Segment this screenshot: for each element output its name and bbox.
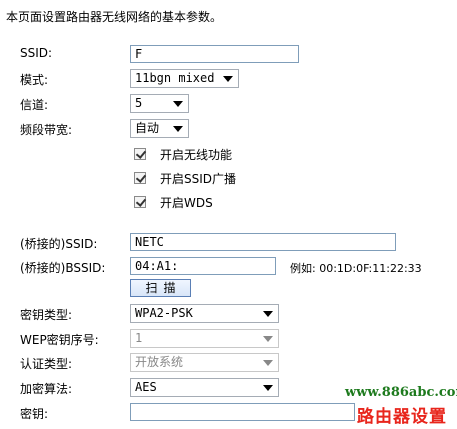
mode-select-value: 11bgn mixed	[135, 71, 215, 85]
chevron-down-icon	[263, 360, 273, 366]
mode-select[interactable]: 11bgn mixed	[130, 69, 239, 88]
wireless-enable-label: 开启无线功能	[160, 148, 233, 162]
key-type-select-value: WPA2-PSK	[135, 306, 193, 320]
ssid-broadcast-label: 开启SSID广播	[160, 172, 237, 186]
key-input[interactable]	[130, 403, 355, 421]
chevron-down-icon	[173, 126, 183, 132]
encryption-select[interactable]: AES	[130, 378, 279, 397]
watermark-url: www.886abc.com	[345, 385, 457, 400]
bridged-bssid-input[interactable]: 04:A1:	[130, 257, 276, 275]
bandwidth-select-value: 自动	[135, 121, 160, 135]
key-type-select[interactable]: WPA2-PSK	[130, 304, 279, 323]
wireless-enable-checkbox[interactable]	[134, 148, 147, 160]
channel-select[interactable]: 5	[130, 94, 189, 113]
wep-index-select[interactable]: 1	[130, 329, 279, 348]
chevron-down-icon	[263, 311, 273, 317]
auth-type-label: 认证类型:	[20, 357, 73, 371]
check-icon	[135, 148, 147, 159]
channel-select-value: 5	[135, 96, 143, 110]
bridged-ssid-input[interactable]: NETC	[130, 233, 396, 251]
ssid-broadcast-checkbox[interactable]	[134, 172, 147, 184]
wds-enable-label: 开启WDS	[160, 196, 213, 210]
check-icon	[135, 172, 147, 183]
encryption-label: 加密算法:	[20, 382, 73, 396]
check-icon	[135, 196, 147, 207]
ssid-input[interactable]: F	[130, 45, 299, 63]
bridged-ssid-label: (桥接的)SSID:	[20, 237, 98, 251]
bandwidth-label: 频段带宽:	[20, 123, 73, 137]
chevron-down-icon	[173, 101, 183, 107]
chevron-down-icon	[263, 385, 273, 391]
key-type-label: 密钥类型:	[20, 308, 73, 322]
chevron-down-icon	[263, 336, 273, 342]
auth-type-select-value: 开放系统	[135, 355, 184, 369]
wep-index-select-value: 1	[135, 331, 143, 345]
bssid-example-text: 例如: 00:1D:0F:11:22:33	[290, 262, 422, 275]
wep-index-label: WEP密钥序号:	[20, 333, 99, 347]
auth-type-select[interactable]: 开放系统	[130, 353, 279, 372]
watermark-title: 路由器设置	[357, 407, 447, 427]
bandwidth-select[interactable]: 自动	[130, 119, 189, 138]
wds-enable-checkbox[interactable]	[134, 196, 147, 208]
encryption-select-value: AES	[135, 380, 157, 394]
mode-label: 模式:	[20, 73, 49, 87]
scan-button[interactable]: 扫描	[130, 279, 191, 297]
ssid-label: SSID:	[20, 46, 53, 60]
channel-label: 信道:	[20, 98, 49, 112]
chevron-down-icon	[223, 76, 233, 82]
bridged-bssid-label: (桥接的)BSSID:	[20, 261, 106, 275]
key-label: 密钥:	[20, 407, 49, 421]
intro-text: 本页面设置路由器无线网络的基本参数。	[6, 10, 223, 24]
